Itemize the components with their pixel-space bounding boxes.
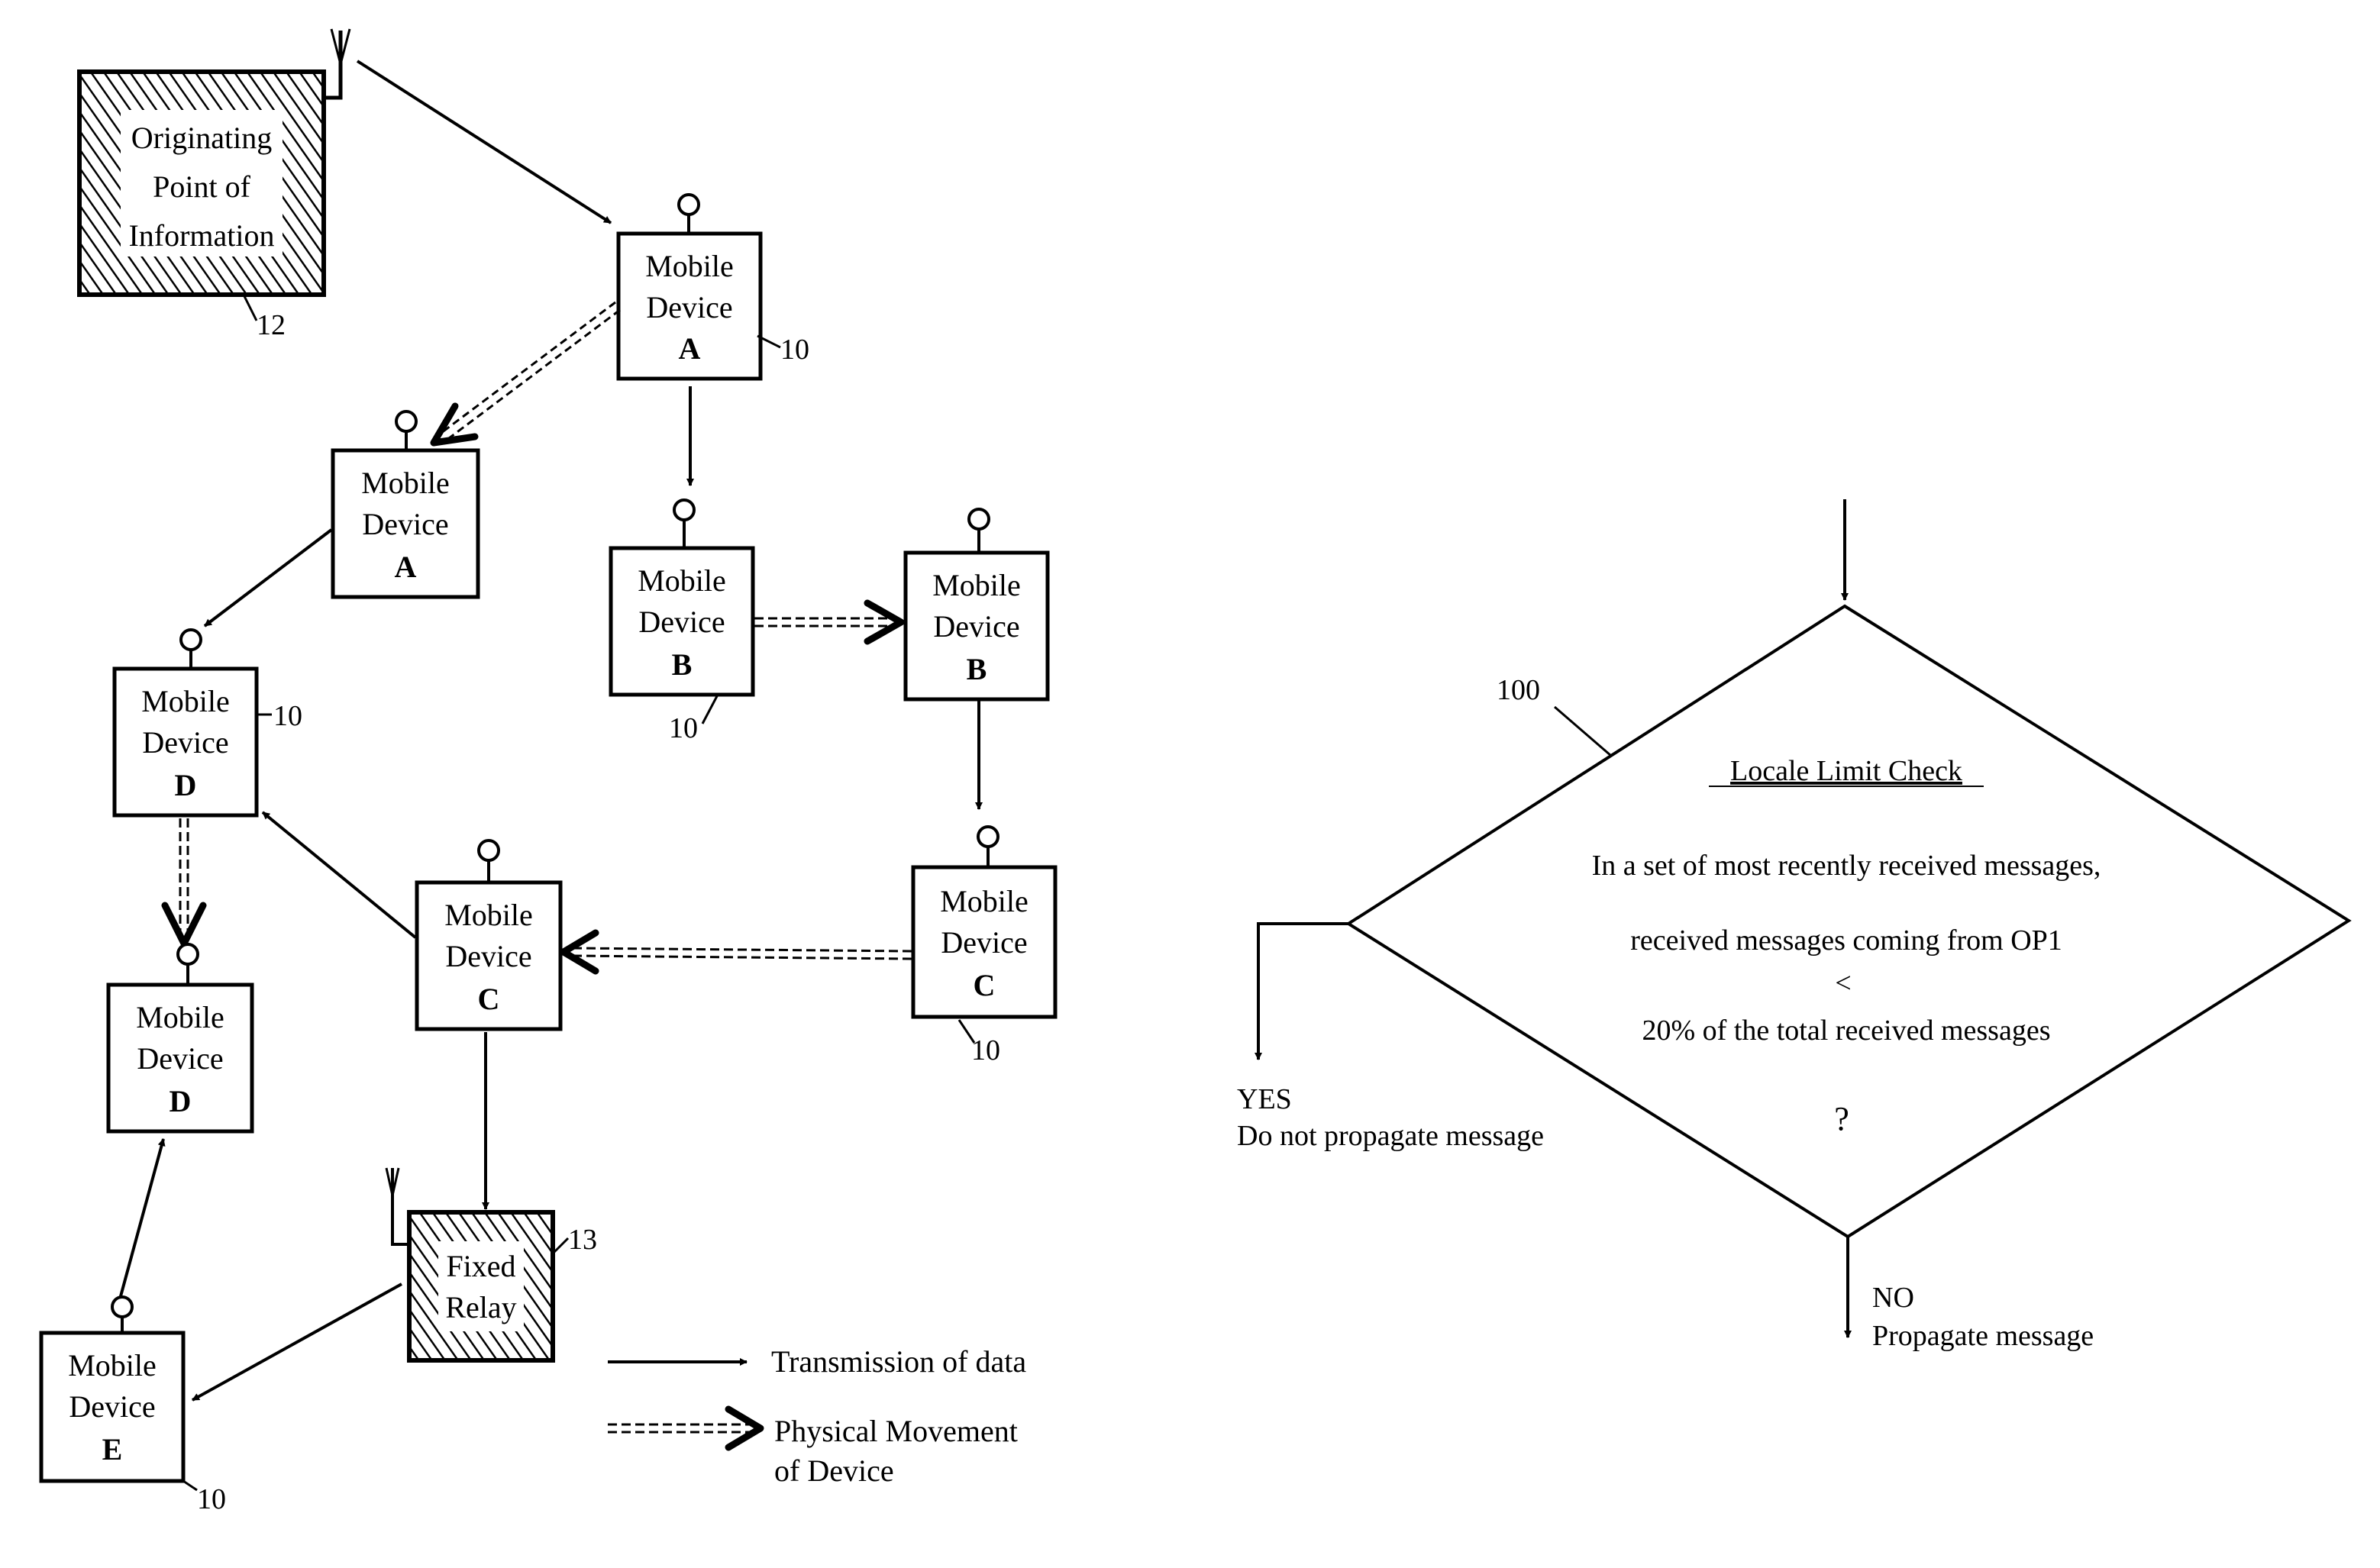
movement-chevron-icon xyxy=(560,929,599,975)
movement-arrow-a xyxy=(430,301,621,447)
device-antenna-icon xyxy=(977,825,999,848)
decision-question-mark: ? xyxy=(1834,1100,1849,1137)
device-label-line-2: Device xyxy=(933,609,1019,644)
movement-arrow-c xyxy=(560,929,912,975)
originating-point-node: Originating Point of Information 12 xyxy=(77,28,351,341)
mobile-device-b-initial: Mobile Device B 10 xyxy=(609,498,755,744)
device-label-line-1: Mobile xyxy=(141,684,230,718)
legend-movement-label-line-1: Physical Movement xyxy=(774,1414,1018,1448)
ref-label: 10 xyxy=(780,334,809,366)
antenna-icon xyxy=(385,1167,409,1246)
fixed-relay-node: Fixed Relay 13 xyxy=(385,1167,597,1363)
movement-chevron-icon xyxy=(161,902,207,947)
ref-label-12: 12 xyxy=(257,309,286,341)
decision-title: Locale Limit Check xyxy=(1730,755,1962,787)
ref-label: 10 xyxy=(971,1034,1000,1066)
ref-leader xyxy=(701,694,719,724)
legend-movement-arrow-icon xyxy=(608,1405,764,1451)
device-antenna-icon xyxy=(677,193,700,216)
device-label-line-2: Device xyxy=(362,507,448,541)
mobile-device-c-moved: Mobile Device C xyxy=(415,839,563,1031)
antenna-icon xyxy=(324,28,351,100)
legend-transmission-label: Transmission of data xyxy=(771,1344,1026,1379)
device-label-line-2: Device xyxy=(638,605,725,639)
ref-leader xyxy=(182,1479,198,1492)
decision-condition-operator: < xyxy=(1835,967,1851,999)
ref-label: 10 xyxy=(669,712,698,744)
mobile-device-e: Mobile Device E 10 xyxy=(39,1295,226,1515)
device-antenna-icon xyxy=(967,508,990,531)
device-label-line-2: Device xyxy=(941,925,1027,960)
device-label-line-1: Mobile xyxy=(940,884,1029,918)
yes-label: YES xyxy=(1237,1083,1292,1115)
device-letter: A xyxy=(679,331,701,366)
ref-label-100: 100 xyxy=(1497,674,1540,706)
device-label-line-1: Mobile xyxy=(444,898,533,932)
device-antenna-icon xyxy=(179,628,202,651)
device-letter: E xyxy=(102,1432,123,1466)
originating-point-line-1: Originating xyxy=(131,121,272,155)
legend: Transmission of data Physical Movement o… xyxy=(608,1344,1026,1488)
mobile-device-c-initial: Mobile Device C 10 xyxy=(911,825,1058,1066)
device-antenna-icon xyxy=(673,498,696,521)
decision-condition-line-2: received messages coming from OP1 xyxy=(1630,924,2062,957)
yes-branch-arrow xyxy=(1255,922,1348,1060)
yes-action: Do not propagate message xyxy=(1237,1120,1544,1152)
device-label-line-2: Device xyxy=(69,1389,155,1424)
transmission-arrow-c-to-d xyxy=(261,811,417,939)
ref-leader-12 xyxy=(243,295,258,321)
originating-point-line-3: Information xyxy=(128,218,274,253)
device-antenna-icon xyxy=(477,839,500,862)
device-letter: D xyxy=(170,1084,192,1118)
device-label-line-1: Mobile xyxy=(645,249,734,283)
transmission-arrow-e-to-d xyxy=(119,1138,166,1297)
device-label-line-2: Device xyxy=(142,725,228,760)
device-label-line-1: Mobile xyxy=(68,1348,157,1382)
device-label-line-2: Device xyxy=(445,939,531,973)
ref-label-13: 13 xyxy=(568,1224,597,1256)
device-label-line-1: Mobile xyxy=(136,1000,224,1034)
fixed-relay-line-1: Fixed xyxy=(446,1249,515,1283)
legend-movement-label-line-2: of Device xyxy=(774,1453,894,1488)
device-letter: A xyxy=(395,550,417,584)
transmission-arrow-relay-to-e xyxy=(192,1282,402,1402)
device-label-line-1: Mobile xyxy=(638,563,726,598)
device-label-line-2: Device xyxy=(646,290,732,324)
ref-leader-100 xyxy=(1554,705,1612,757)
ref-label: 10 xyxy=(273,700,302,732)
decision-condition-line-3: 20% of the total received messages xyxy=(1642,1015,2051,1047)
movement-chevron-icon xyxy=(864,599,905,645)
device-antenna-icon xyxy=(395,410,418,433)
device-antenna-icon xyxy=(111,1295,134,1318)
originating-point-line-2: Point of xyxy=(153,169,250,204)
device-antenna-icon xyxy=(176,943,199,966)
transmission-arrow-a-to-d xyxy=(203,528,333,628)
decision-condition-line-1: In a set of most recently received messa… xyxy=(1592,850,2101,882)
no-label: NO xyxy=(1872,1282,1914,1314)
mobile-device-d-initial: Mobile Device D 10 xyxy=(112,628,302,818)
flowchart-decision: 100 Locale Limit Check In a set of most … xyxy=(1237,499,2352,1352)
device-letter: B xyxy=(672,647,693,682)
ref-label: 10 xyxy=(197,1483,226,1515)
fixed-relay-line-2: Relay xyxy=(445,1290,516,1324)
device-label-line-1: Mobile xyxy=(361,466,450,500)
no-action: Propagate message xyxy=(1872,1320,2094,1352)
mobile-device-b-moved: Mobile Device B xyxy=(903,508,1050,702)
mobile-device-d-moved: Mobile Device D xyxy=(106,943,254,1134)
mobile-device-a-initial: Mobile Device A 10 xyxy=(616,193,809,381)
movement-arrow-d xyxy=(161,818,207,947)
device-letter: D xyxy=(175,768,197,802)
device-letter: C xyxy=(478,982,500,1016)
movement-arrow-b xyxy=(754,599,905,645)
device-letter: B xyxy=(967,652,987,686)
device-letter: C xyxy=(974,968,996,1002)
device-label-line-1: Mobile xyxy=(932,568,1021,602)
patent-figure: Originating Point of Information 12 Mobi… xyxy=(39,28,2352,1515)
transmission-arrow-origin-to-a xyxy=(356,60,612,224)
device-label-line-2: Device xyxy=(137,1041,223,1076)
